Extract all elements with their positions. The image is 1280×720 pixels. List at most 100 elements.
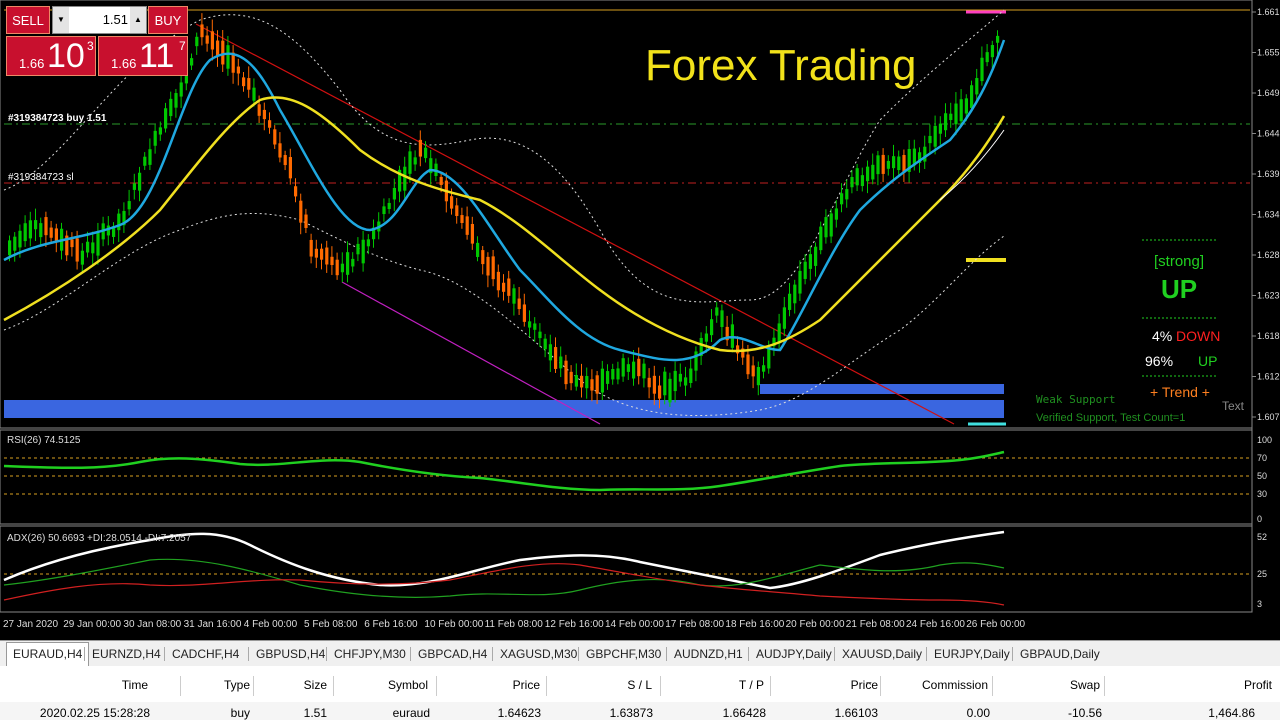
candle-body — [283, 155, 287, 166]
buy-price-sup: 7 — [179, 39, 186, 53]
candle-body — [871, 164, 875, 180]
sell-button[interactable]: SELL — [6, 6, 50, 34]
tab-chfjpy-m30[interactable]: CHFJPY,M30 — [328, 643, 412, 665]
candle-body — [886, 160, 890, 169]
tab-separator — [1012, 647, 1013, 661]
candle-body — [736, 345, 740, 354]
candle-body — [491, 256, 495, 280]
column-separator — [770, 676, 771, 696]
tab-cadchf-h4[interactable]: CADCHF,H4 — [166, 643, 245, 665]
cell-type: buy — [230, 706, 250, 720]
lot-decrease-icon[interactable]: ▼ — [53, 7, 69, 33]
adx-scale-label: 3 — [1257, 599, 1262, 609]
candle-body — [80, 250, 84, 265]
column-header-symbol[interactable]: Symbol — [388, 678, 428, 692]
candle-body — [476, 242, 480, 257]
column-header-type[interactable]: Type — [224, 678, 250, 692]
cell-t-p: 1.66428 — [722, 706, 766, 720]
candle-body — [138, 172, 142, 191]
time-axis-label: 18 Feb 16:00 — [725, 619, 784, 630]
buy-price-prefix: 1.66 — [111, 56, 137, 71]
candle-body — [715, 307, 719, 316]
candle-body — [652, 375, 656, 394]
candle-body — [876, 155, 880, 175]
sl-order-label[interactable]: #319384723 sl — [8, 172, 74, 183]
column-header-profit[interactable]: Profit — [1244, 678, 1272, 692]
column-header-t-p[interactable]: T / P — [739, 678, 764, 692]
lot-size-value[interactable]: 1.51 — [71, 7, 128, 33]
candle-body — [361, 239, 365, 264]
column-separator — [436, 676, 437, 696]
time-axis-label: 14 Feb 00:00 — [605, 619, 664, 630]
candle-body — [850, 177, 854, 188]
candle-body — [75, 238, 79, 262]
candle-body — [70, 239, 74, 248]
lot-increase-icon[interactable]: ▲ — [130, 7, 146, 33]
candle-body — [533, 323, 537, 330]
tab-eurnzd-h4[interactable]: EURNZD,H4 — [86, 643, 167, 665]
column-header-price[interactable]: Price — [513, 678, 540, 692]
buy-order-label[interactable]: #319384723 buy 1.51 — [8, 113, 107, 124]
candle-body — [273, 129, 277, 145]
sell-price-box[interactable]: 1.66 10 3 — [6, 36, 96, 76]
sort-icon[interactable]: ⌐ — [866, 678, 872, 689]
candle-body — [933, 125, 937, 147]
time-axis-label: 20 Feb 00:00 — [786, 619, 845, 630]
tab-gbpcad-h4[interactable]: GBPCAD,H4 — [412, 643, 493, 665]
text-label: Text — [1222, 399, 1245, 413]
time-axis-label: 4 Feb 00:00 — [244, 619, 298, 630]
tab-euraud-h4[interactable]: EURAUD,H4 — [6, 642, 90, 666]
column-header-commission[interactable]: Commission — [922, 678, 988, 692]
candle-body — [117, 213, 121, 231]
tab-eurjpy-daily[interactable]: EURJPY,Daily — [928, 643, 1016, 665]
tab-separator — [834, 647, 835, 661]
candle-body — [200, 24, 204, 38]
cell-symbol: euraud — [392, 706, 430, 720]
tab-xagusd-m30[interactable]: XAGUSD,M30 — [494, 643, 583, 665]
candle-body — [782, 307, 786, 329]
adx-scale: 52 25 3 — [1257, 532, 1267, 609]
column-header-price[interactable]: Price — [851, 678, 878, 692]
candle-body — [616, 368, 620, 380]
candle-body — [460, 215, 464, 223]
column-separator — [992, 676, 993, 696]
buy-price-box[interactable]: 1.66 11 7 — [98, 36, 188, 76]
column-header-s-l[interactable]: S / L — [627, 678, 652, 692]
tab-gbpusd-h4[interactable]: GBPUSD,H4 — [250, 643, 331, 665]
cell-time: 2020.02.25 15:28:28 — [39, 706, 150, 720]
column-header-size[interactable]: Size — [304, 678, 327, 692]
tab-audjpy-daily[interactable]: AUDJPY,Daily — [750, 643, 838, 665]
candle-body — [262, 109, 266, 120]
time-axis-label: 24 Feb 16:00 — [906, 619, 965, 630]
rsi-scale-label: 50 — [1257, 471, 1267, 481]
candle-body — [8, 240, 12, 256]
candle-body — [86, 241, 90, 253]
price-tick-label: 1.618 — [1257, 331, 1280, 341]
candle-body — [569, 371, 573, 384]
tab-xauusd-daily[interactable]: XAUUSD,Daily — [836, 643, 928, 665]
candle-body — [242, 77, 246, 87]
candle-body — [278, 143, 282, 158]
tab-audnzd-h1[interactable]: AUDNZD,H1 — [668, 643, 749, 665]
candle-body — [205, 35, 209, 44]
tab-gbpchf-m30[interactable]: GBPCHF,M30 — [580, 643, 667, 665]
candle-body — [590, 379, 594, 391]
candle-body — [647, 377, 651, 388]
time-axis-label: 6 Feb 16:00 — [364, 619, 418, 630]
candle-body — [798, 270, 802, 294]
chart-svg[interactable]: 1.661 1.655 1.649 1.644 1.639 1.634 1.628 1.623… — [0, 0, 1280, 640]
candle-body — [663, 371, 667, 396]
candle-body — [221, 40, 225, 65]
price-tick-label: 1.649 — [1257, 88, 1280, 98]
candle-body — [751, 365, 755, 377]
lot-size-field[interactable]: ▼ 1.51 ▲ — [52, 6, 147, 34]
candle-body — [408, 151, 412, 174]
candle-body — [522, 304, 526, 322]
column-header-swap[interactable]: Swap — [1070, 678, 1100, 692]
column-header-time[interactable]: Time — [122, 678, 148, 692]
adx-scale-label: 25 — [1257, 569, 1267, 579]
tab-gbpaud-daily[interactable]: GBPAUD,Daily — [1014, 643, 1106, 665]
price-tick-label: 1.623 — [1257, 291, 1280, 301]
chart-area[interactable]: 1.661 1.655 1.649 1.644 1.639 1.634 1.628 1.623… — [0, 0, 1280, 640]
buy-button[interactable]: BUY — [148, 6, 188, 34]
